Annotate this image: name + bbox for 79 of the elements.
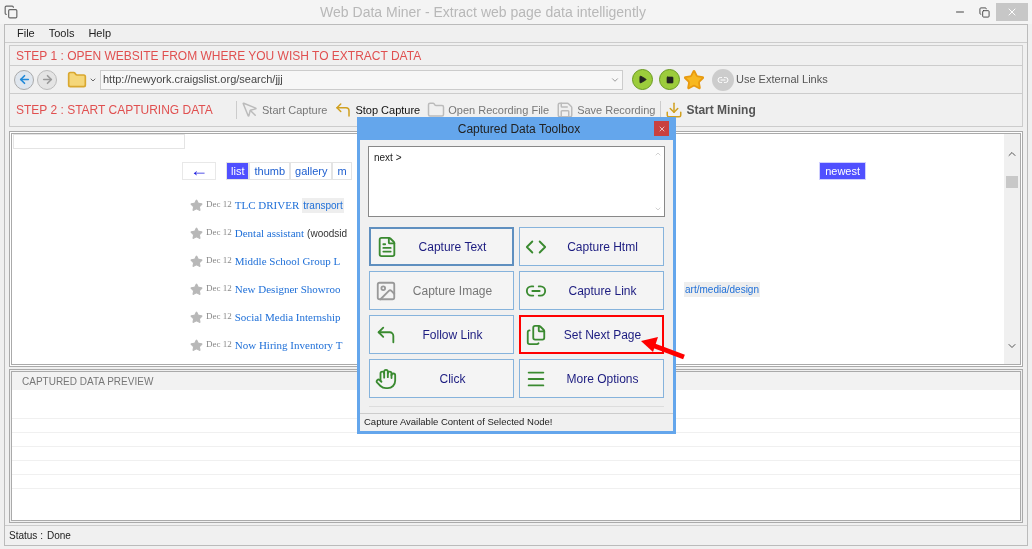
favorite-star-icon[interactable] xyxy=(190,226,203,240)
blank-field[interactable] xyxy=(13,134,185,149)
category-tag[interactable]: transport xyxy=(302,197,344,213)
capture-button[interactable]: Set Next Page xyxy=(519,315,664,354)
preview-title: CAPTURED DATA PREVIEW xyxy=(22,374,154,389)
listing-date: Dec 12 xyxy=(206,310,232,324)
listing-date: Dec 12 xyxy=(206,338,232,352)
listing-date: Dec 12 xyxy=(206,198,232,212)
status-label: Status : xyxy=(9,529,43,543)
menu-item[interactable]: File xyxy=(17,25,35,42)
sort-button[interactable]: newest xyxy=(819,161,866,181)
capture-button[interactable]: Capture Html xyxy=(519,227,664,266)
favorite-star-icon[interactable] xyxy=(190,254,203,268)
listing-date: Dec 12 xyxy=(206,282,232,296)
favorite-star-icon[interactable] xyxy=(190,338,203,352)
capture-button[interactable]: Capture Text xyxy=(369,227,514,266)
stop-button[interactable] xyxy=(659,69,680,90)
dialog-status: Capture Available Content of Selected Node! xyxy=(364,415,553,430)
view-tab[interactable]: gallery xyxy=(290,161,333,181)
favorite-star-icon[interactable] xyxy=(190,282,203,296)
capture-button[interactable]: More Options xyxy=(519,359,664,398)
scroll-down-icon[interactable] xyxy=(654,205,662,213)
close-button[interactable] xyxy=(654,121,669,136)
dialog-title: Captured Data Toolbox xyxy=(456,120,582,138)
listing-title[interactable]: New Designer Showroo xyxy=(234,280,341,298)
scrollbar[interactable] xyxy=(1004,134,1020,364)
folder-icon xyxy=(66,69,88,90)
undo-arrow-icon xyxy=(334,101,353,119)
listing-date: Dec 12 xyxy=(206,226,232,240)
listing-title[interactable]: Dental assistant xyxy=(234,224,305,242)
restore-icon xyxy=(978,6,990,18)
listing-title[interactable]: Middle School Group L xyxy=(234,252,341,270)
listing-title[interactable]: Now Hiring Inventory T xyxy=(234,336,343,354)
download-icon xyxy=(665,101,684,119)
listing-location: (woodsid xyxy=(307,226,348,241)
scroll-up-icon[interactable] xyxy=(654,150,662,158)
app-icon xyxy=(4,5,18,19)
forward-button[interactable] xyxy=(37,69,57,90)
category-tag[interactable]: art/media/design xyxy=(684,281,760,297)
capture-button[interactable]: Follow Link xyxy=(369,315,514,354)
forward-icon xyxy=(40,73,54,86)
back-link[interactable]: ← xyxy=(182,162,216,180)
folder-icon xyxy=(427,101,446,119)
view-tab[interactable]: list xyxy=(226,161,250,181)
stop-icon xyxy=(665,75,674,84)
pointer-icon xyxy=(241,101,259,119)
play-button[interactable] xyxy=(632,69,653,90)
status-value: Done xyxy=(46,529,71,543)
menu-item[interactable]: Tools xyxy=(48,25,75,42)
listing-title[interactable]: TLC DRIVER xyxy=(234,196,300,214)
image-icon xyxy=(375,279,397,302)
document-icon xyxy=(376,235,398,258)
star-icon[interactable] xyxy=(683,68,705,91)
capture-button[interactable]: Click xyxy=(369,359,514,398)
favorite-star-icon[interactable] xyxy=(190,198,203,212)
hand-icon xyxy=(375,367,397,390)
play-icon xyxy=(638,75,647,84)
menu-item[interactable]: Help xyxy=(88,25,112,42)
favorites-button[interactable] xyxy=(66,69,97,90)
back-button[interactable] xyxy=(14,69,34,90)
listing-title[interactable]: Social Media Internship xyxy=(234,308,341,326)
view-tab[interactable]: thumb xyxy=(249,161,291,181)
scroll-thumb[interactable] xyxy=(1006,176,1018,188)
step-heading: STEP 1 : OPEN WEBSITE FROM WHERE YOU WISH TO EXTRACT DATA xyxy=(16,47,422,65)
capture-button[interactable]: Capture Link xyxy=(519,271,664,310)
listing-date: Dec 12 xyxy=(206,254,232,268)
favorite-star-icon[interactable] xyxy=(190,310,203,324)
close-icon xyxy=(657,124,666,133)
view-tab[interactable]: m xyxy=(332,161,352,181)
url-field[interactable]: http://newyork.craigslist.org/search/jjj xyxy=(100,69,623,90)
step-heading: STEP 2 : START CAPTURING DATA xyxy=(16,102,214,119)
annotation-arrow xyxy=(640,336,686,360)
close-icon xyxy=(1006,6,1018,18)
window-title: Web Data Miner - Extract web page data intelligently xyxy=(319,2,647,22)
pages-icon xyxy=(525,323,547,346)
captured-text-area[interactable]: next > xyxy=(368,146,665,217)
external-links-button[interactable]: Use External Links xyxy=(712,68,828,91)
toolbar-button[interactable]: Stop Capture xyxy=(330,101,424,119)
back-icon xyxy=(17,73,31,86)
